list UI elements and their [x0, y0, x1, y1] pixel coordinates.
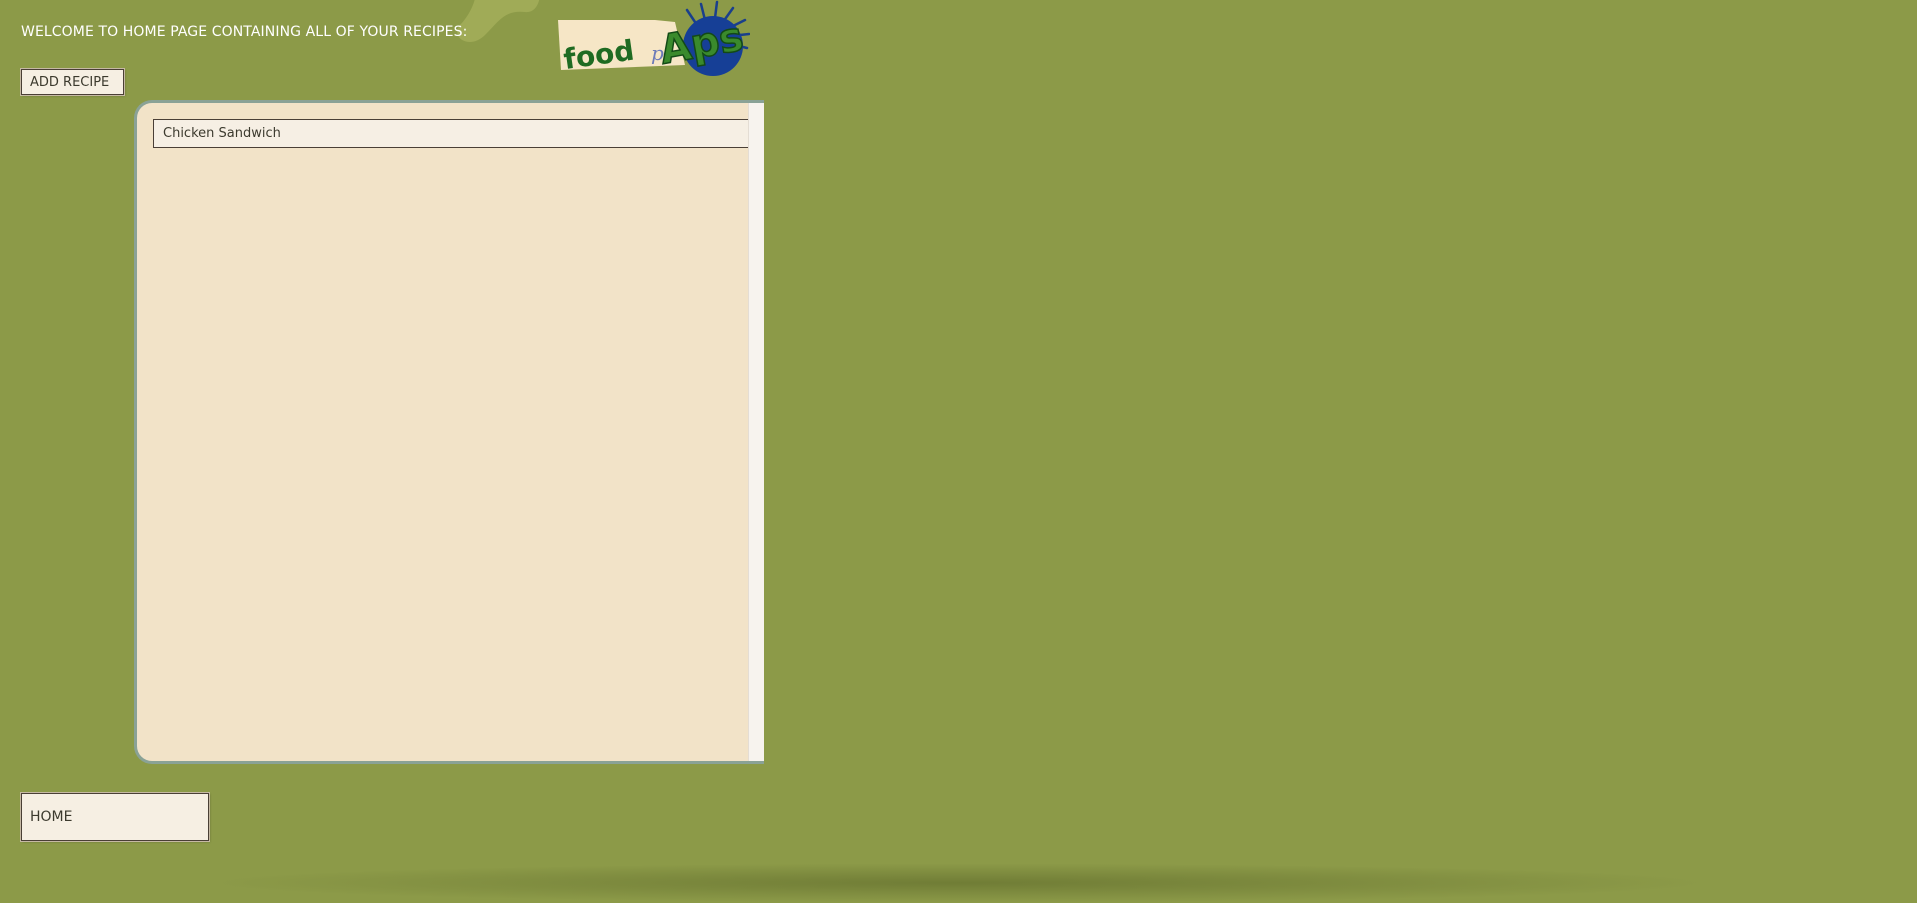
- bottom-shadow: [200, 863, 1717, 903]
- home-button[interactable]: HOME: [21, 793, 209, 841]
- recipe-list-panel[interactable]: Chicken Sandwich: [134, 100, 764, 764]
- food-apps-logo-icon: food p Aps: [558, 0, 750, 76]
- recipe-list-scrollbar[interactable]: [748, 103, 764, 761]
- welcome-heading: WELCOME TO HOME PAGE CONTAINING ALL OF Y…: [21, 24, 468, 40]
- recipe-list-item[interactable]: Chicken Sandwich: [153, 119, 751, 148]
- add-recipe-button[interactable]: ADD RECIPE: [21, 69, 124, 95]
